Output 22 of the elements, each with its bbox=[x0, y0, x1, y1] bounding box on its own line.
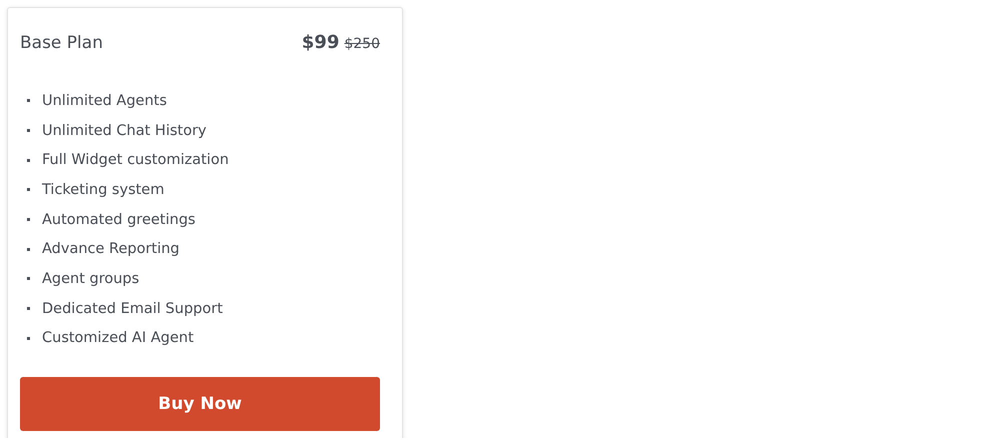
bullet-icon bbox=[27, 188, 30, 192]
feature-text: Unlimited Chat History bbox=[42, 122, 207, 139]
bullet-icon bbox=[27, 158, 30, 162]
bullet-icon bbox=[27, 99, 30, 102]
feature-text: Automated greetings bbox=[42, 212, 196, 228]
bullet-icon bbox=[27, 218, 30, 222]
plan-title: Base Plan bbox=[20, 33, 103, 53]
feature-text: Unlimited Agents bbox=[42, 92, 167, 109]
feature-text: Full Widget customization bbox=[42, 152, 229, 168]
bullet-icon bbox=[27, 307, 30, 310]
plan-price: $99 bbox=[302, 32, 340, 53]
bullet-icon bbox=[27, 248, 30, 251]
old-price: $250 bbox=[344, 36, 380, 52]
feature-text: Dedicated Email Support bbox=[42, 300, 223, 317]
feature-text: Agent groups bbox=[42, 270, 140, 287]
feature-text: Advance Reporting bbox=[42, 241, 180, 258]
buy-now-button[interactable]: Buy Now bbox=[20, 377, 380, 432]
feature-text: Customized AI Agent bbox=[42, 330, 194, 346]
bullet-icon bbox=[27, 277, 30, 280]
bullet-icon bbox=[27, 129, 30, 132]
feature-text: Ticketing system bbox=[42, 182, 164, 198]
bullet-icon bbox=[27, 336, 30, 340]
